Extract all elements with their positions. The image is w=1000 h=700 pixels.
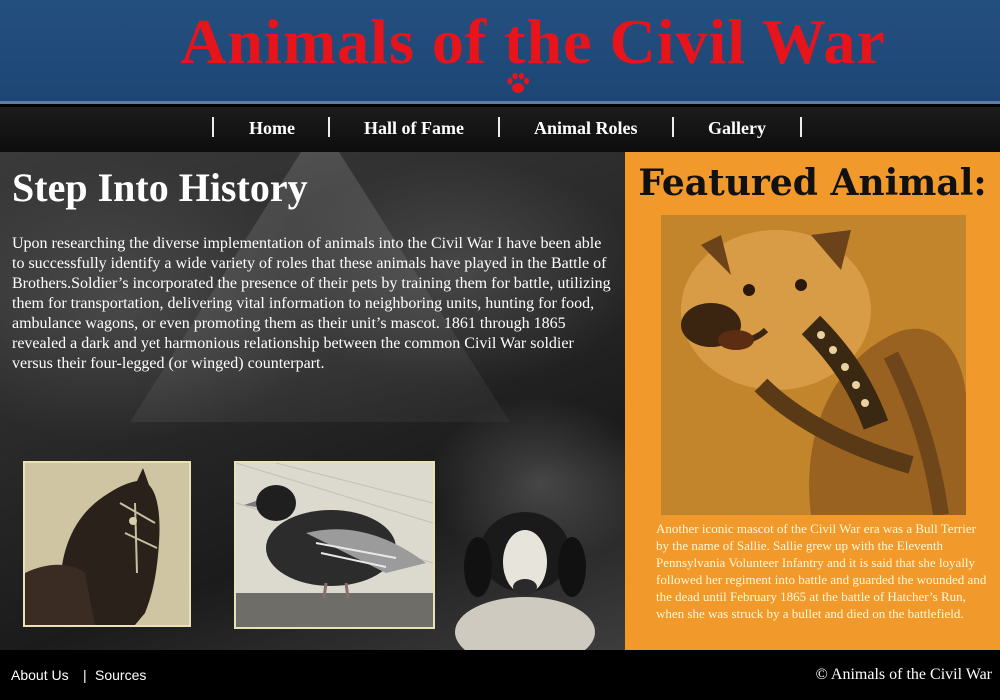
bull-terrier-photo <box>661 215 966 515</box>
intro-paragraph: Upon researching the diverse implementat… <box>12 235 611 372</box>
featured-animal-panel: Featured Animal: Another iconic mascot o… <box>625 152 1000 650</box>
site-header: Animals of the Civil War <box>0 0 1000 104</box>
main-content: Step Into History Upon researching the d… <box>0 152 625 650</box>
nav-separator <box>498 117 500 137</box>
dog-photo <box>455 512 595 650</box>
nav-hall-of-fame[interactable]: Hall of Fame <box>364 117 464 139</box>
copyright-text: © Animals of the Civil War <box>815 666 992 683</box>
horse-photo <box>23 461 191 627</box>
pigeon-photo <box>234 461 435 629</box>
footer-separator: | <box>83 667 87 683</box>
about-us-link[interactable]: About Us <box>11 667 69 683</box>
nav-separator <box>800 117 802 137</box>
featured-heading: Featured Animal: <box>638 162 987 204</box>
nav-home[interactable]: Home <box>249 117 295 139</box>
sources-link[interactable]: Sources <box>95 667 146 683</box>
nav-separator <box>212 117 214 137</box>
page-heading: Step Into History <box>12 165 308 210</box>
site-title: Animals of the Civil War <box>180 6 886 77</box>
paw-icon <box>507 72 530 93</box>
site-footer: About Us | Sources © Animals of the Civi… <box>0 650 1000 700</box>
nav-separator <box>672 117 674 137</box>
nav-gallery[interactable]: Gallery <box>708 117 766 139</box>
nav-animal-roles[interactable]: Animal Roles <box>534 117 638 139</box>
featured-description: Another iconic mascot of the Civil War e… <box>656 521 987 621</box>
main-nav: Home Hall of Fame Animal Roles Gallery <box>0 107 1000 152</box>
nav-separator <box>328 117 330 137</box>
